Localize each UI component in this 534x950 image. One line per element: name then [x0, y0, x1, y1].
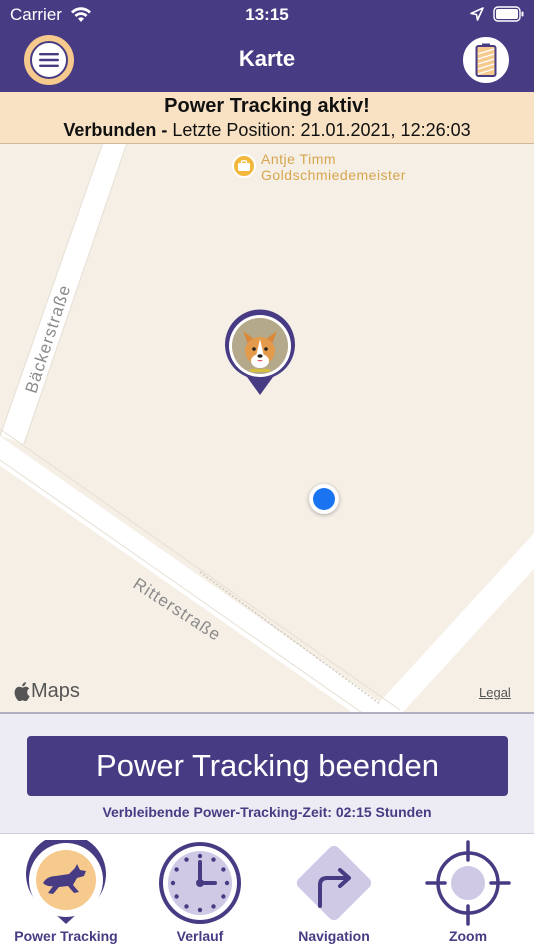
tracking-status-banner: Power Tracking aktiv! Verbunden - Letzte…: [0, 92, 534, 144]
power-tracking-panel: Power Tracking beenden Verbleibende Powe…: [0, 712, 534, 833]
banner-subtitle: Verbunden - Letzte Position: 21.01.2021,…: [0, 120, 534, 141]
battery-status-icon: [493, 6, 524, 22]
map-view[interactable]: Antje Timm Goldschmiedemeister Bäckerstr…: [0, 144, 534, 712]
page-title: Karte: [238, 46, 296, 71]
legal-link[interactable]: Legal: [479, 685, 511, 700]
poi-category: Goldschmiedemeister: [261, 167, 406, 183]
apple-logo-icon: [14, 682, 30, 701]
tab-zoom[interactable]: Zoom: [408, 834, 528, 950]
tab-verlauf[interactable]: Verlauf: [140, 834, 260, 950]
turn-right-arrow-icon: [296, 845, 372, 921]
tab-label: Navigation: [298, 928, 370, 944]
tab-navigation[interactable]: Navigation: [274, 834, 394, 950]
pet-location-pin[interactable]: [223, 309, 297, 397]
map-roads: [0, 144, 534, 712]
tab-label: Verlauf: [176, 928, 224, 944]
bottom-tab-bar: Power Tracking Verlauf Navigation Zoom: [0, 833, 534, 950]
maps-label: Maps: [31, 680, 80, 702]
poi-name: Antje Timm: [261, 151, 337, 167]
last-position: Letzte Position: 21.01.2021, 12:26:03: [172, 120, 471, 140]
tracker-battery-button[interactable]: [461, 35, 511, 85]
tracker-battery-icon: [475, 43, 497, 77]
remaining-time-label: Verbleibende Power-Tracking-Zeit: 02:15 …: [102, 804, 432, 820]
tab-label: Power Tracking: [14, 928, 118, 944]
crosshair-icon: [425, 840, 511, 926]
nav-bar: Karte: [0, 30, 534, 92]
jeweler-poi-icon[interactable]: [232, 154, 256, 178]
stop-power-tracking-button[interactable]: Power Tracking beenden: [27, 736, 508, 796]
app-header: Carrier 13:15 Karte: [0, 0, 534, 92]
user-location-dot: [309, 484, 339, 514]
running-dog-icon: [26, 840, 106, 924]
status-bar: Carrier 13:15: [0, 0, 534, 30]
poi-label[interactable]: Antje Timm Goldschmiedemeister: [261, 151, 406, 183]
location-services-icon: [470, 7, 484, 21]
banner-title: Power Tracking aktiv!: [164, 95, 370, 117]
tab-power-tracking[interactable]: Power Tracking: [6, 834, 126, 950]
apple-maps-logo: Maps: [14, 680, 80, 703]
tab-label: Zoom: [448, 928, 488, 944]
clock-icon: [159, 842, 241, 924]
connection-status: Verbunden -: [63, 120, 168, 140]
clock-time: 13:15: [245, 5, 289, 24]
